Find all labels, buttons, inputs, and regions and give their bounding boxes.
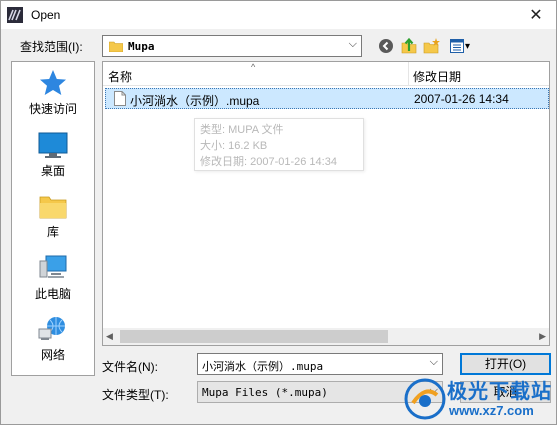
app-icon [7,7,23,23]
computer-icon [39,255,67,278]
up-folder-icon [401,37,417,54]
filetype-label: 文件类型(T): [102,388,169,402]
title-bar: Open ✕ [1,1,556,29]
library-icon [39,196,67,219]
scrollbar-thumb[interactable] [120,330,388,343]
place-libraries[interactable]: 库 [12,191,94,247]
place-label: 网络 [40,348,65,362]
file-list-header: ^ 名称 修改日期 [103,62,549,86]
view-menu-button[interactable]: ▾ [447,36,473,56]
tooltip-modified: 修改日期: 2007-01-26 14:34 [200,156,337,168]
new-folder-button[interactable] [422,36,442,56]
file-name: 小河淌水（示例）.mupa [130,94,260,108]
filename-input[interactable]: 小河淌水（示例）.mupa ⌵ [197,353,443,375]
watermark-emblem-icon [404,378,446,420]
scroll-left-icon[interactable]: ◀ [106,331,113,342]
lookin-value: Mupa [128,39,155,53]
view-dropdown-icon: ▾ [464,40,471,52]
open-button[interactable]: 打开(O) [460,353,551,375]
place-this-pc[interactable]: 此电脑 [12,253,94,309]
lookin-label: 查找范围(I): [20,40,83,54]
scroll-right-icon[interactable]: ▶ [539,331,546,342]
star-icon [40,70,66,95]
desktop-icon [38,132,68,158]
window-title: Open [31,8,61,22]
place-network[interactable]: 网络 [12,314,94,370]
new-folder-icon [423,38,440,54]
sort-ascending-icon: ^ [251,62,256,72]
tooltip-size: 大小: 16.2 KB [200,140,268,152]
network-icon [38,317,65,340]
watermark-brand: 极光下载站 [447,379,552,403]
watermark-logo: 极光下载站 www.xz7.com [401,373,556,425]
places-bar: 快速访问 桌面 库 此电脑 网络 [11,61,95,376]
watermark-url: www.xz7.com [449,403,534,418]
file-info-tooltip: 类型: MUPA 文件 大小: 16.2 KB 修改日期: 2007-01-26… [194,118,364,171]
chevron-down-icon: ⌵ [429,356,438,368]
up-folder-button[interactable] [399,36,419,56]
column-header-date[interactable]: 修改日期 [413,68,461,85]
place-label: 快速访问 [28,102,77,116]
filename-value: 小河淌水（示例）.mupa [202,360,324,373]
folder-icon [109,41,123,52]
place-label: 桌面 [40,164,65,178]
filetype-value: Mupa Files (*.mupa) [202,386,328,399]
place-label: 库 [46,225,59,239]
column-divider[interactable] [408,62,409,86]
view-grid-icon [449,39,464,53]
file-row[interactable]: 小河淌水（示例）.mupa 2007-01-26 14:34 [105,88,549,109]
place-desktop[interactable]: 桌面 [12,130,94,186]
open-dialog: Open ✕ 查找范围(I): Mupa ⌵ ▾ 快速访问 桌面 库 此电脑 网… [0,0,557,425]
close-button[interactable]: ✕ [516,1,556,29]
horizontal-scrollbar[interactable]: ◀ ▶ [103,328,549,345]
tooltip-type: 类型: MUPA 文件 [200,124,284,136]
file-date: 2007-01-26 14:34 [414,92,509,106]
lookin-dropdown[interactable]: Mupa ⌵ [102,35,362,57]
chevron-down-icon: ⌵ [348,38,357,50]
close-icon: ✕ [529,7,543,24]
document-icon [114,91,126,106]
file-list[interactable]: ^ 名称 修改日期 小河淌水（示例）.mupa 2007-01-26 14:34… [102,61,550,346]
column-header-name[interactable]: 名称 [108,68,132,85]
place-quick-access[interactable]: 快速访问 [12,68,94,124]
back-arrow-icon [379,39,393,53]
back-button[interactable] [376,36,396,56]
place-label: 此电脑 [34,287,71,301]
filename-label: 文件名(N): [102,360,158,374]
